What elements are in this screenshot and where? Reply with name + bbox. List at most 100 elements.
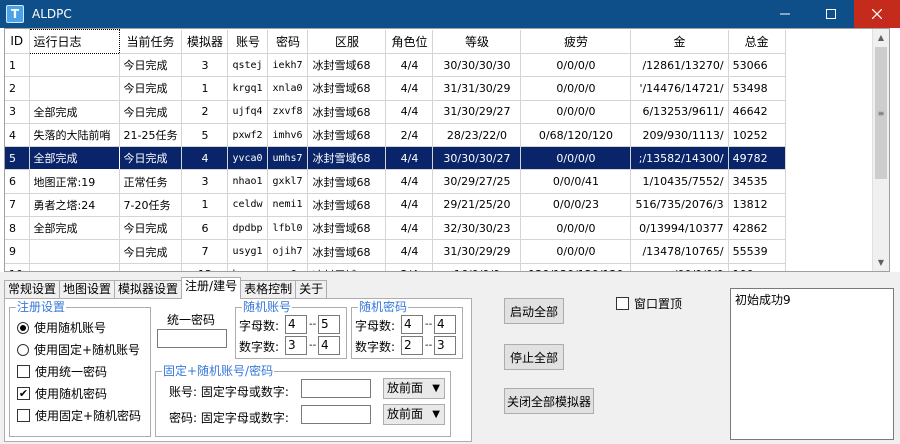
table-cell[interactable]: 42862	[728, 216, 786, 241]
table-cell[interactable]: 1	[181, 76, 229, 101]
table-cell[interactable]: 29/21/25/20	[432, 193, 522, 218]
table-row[interactable]: 1 今日完成 3 qstej iekh7 冰封雪域68 4/4 30/30/30/30 0/0/…	[5, 53, 786, 78]
table-cell[interactable]: 3	[181, 53, 229, 78]
table-cell[interactable]: 2/4	[385, 123, 434, 148]
table-cell[interactable]: 49782	[728, 146, 786, 171]
table-cell[interactable]: 正常任务	[119, 169, 183, 194]
start-all-button[interactable]: 启动全部	[504, 298, 564, 324]
table-cell[interactable]: 12	[181, 263, 229, 271]
column-header[interactable]: 疲劳	[520, 29, 632, 54]
table-cell[interactable]: 4	[181, 146, 229, 171]
table-cell[interactable]	[29, 263, 120, 271]
acct-digits-max-input[interactable]: 4	[318, 336, 340, 355]
table-cell[interactable]: 冰封雪域68	[307, 216, 387, 241]
table-cell[interactable]: yvca0	[227, 146, 269, 171]
table-cell[interactable]: 1	[181, 193, 229, 218]
table-cell[interactable]: 30/30/30/27	[432, 146, 522, 171]
table-cell[interactable]: 30/29/27/25	[432, 169, 522, 194]
table-cell[interactable]: 今日完成	[119, 146, 183, 171]
tab-map[interactable]: 地图设置	[59, 280, 116, 299]
table-cell[interactable]: 32/30/30/23	[432, 216, 522, 241]
table-cell[interactable]: 冰封雪域68	[307, 193, 387, 218]
column-header[interactable]: 区服	[307, 29, 387, 54]
scroll-up-arrow-icon[interactable]: ▲	[873, 29, 889, 46]
column-header[interactable]: 金	[630, 29, 729, 54]
table-cell[interactable]: 6	[5, 169, 30, 194]
minimize-button[interactable]	[762, 0, 808, 28]
table-row[interactable]: 5 全部完成 今日完成 4 yvca0 umhs7 冰封雪域68 4/4 30/30/30/27…	[5, 146, 786, 171]
table-row[interactable]: 2 今日完成 1 krgq1 xnla0 冰封雪域68 4/4 31/31/30/29 0/0/…	[5, 76, 786, 101]
table-row[interactable]: 7 勇者之塔:24 7-20任务 1 celdw nemi1 冰封雪域68 4/4 29/21/…	[5, 193, 786, 218]
close-all-emulators-button[interactable]: 关闭全部模拟器	[504, 388, 594, 414]
fixed-random-account-radio[interactable]: 使用固定+随机账号	[17, 341, 140, 358]
table-row[interactable]: 6 地图正常:19 正常任务 3 nhao1 gxkl7 冰封雪域68 4/4 30/29/27…	[5, 169, 786, 194]
table-cell[interactable]: qstej	[227, 53, 269, 78]
table-cell[interactable]: 28/23/22/0	[432, 123, 522, 148]
close-button[interactable]	[854, 0, 900, 28]
table-row[interactable]: 8 全部完成 今日完成 6 dpdbp lfbl0 冰封雪域68 4/4 32/30/30/23…	[5, 216, 786, 241]
acct-letters-max-input[interactable]: 5	[318, 315, 340, 334]
table-cell[interactable]: 0/0/0/0	[520, 216, 632, 241]
table-cell[interactable]: imhv6	[267, 123, 309, 148]
table-cell[interactable]	[29, 53, 120, 78]
table-cell[interactable]: 0/0/0/23	[520, 193, 632, 218]
table-cell[interactable]: /13478/10765/	[630, 239, 729, 264]
table-cell[interactable]: b_...	[227, 263, 269, 271]
table-cell[interactable]: pxwf2	[227, 123, 269, 148]
account-grid[interactable]: ID 运行日志 当前任务 模拟器 账号 密码 区服 角色位 等级 疲劳金总金 1 今日完成 3 qste…	[4, 28, 890, 272]
table-cell[interactable]: 冰封雪域68	[307, 146, 387, 171]
table-cell[interactable]: 5	[181, 123, 229, 148]
table-cell[interactable]: ...6	[267, 263, 309, 271]
table-cell[interactable]: 31/31/30/29	[432, 76, 522, 101]
table-cell[interactable]: 全部完成	[28, 146, 120, 171]
table-cell[interactable]: 冰封雪域68	[307, 100, 387, 124]
table-cell[interactable]: 53498	[728, 76, 786, 101]
table-cell[interactable]: 13812	[728, 193, 786, 218]
table-cell[interactable]: 勇者之塔:24	[29, 193, 120, 218]
scroll-thumb[interactable]: ≡	[875, 47, 887, 179]
log-output[interactable]: 初始成功9	[730, 288, 894, 440]
tab-table-control[interactable]: 表格控制	[240, 280, 297, 299]
column-header[interactable]: 密码	[267, 29, 309, 54]
unified-password-input[interactable]	[157, 329, 227, 348]
table-cell[interactable]	[29, 76, 120, 101]
table-cell[interactable]: 冰封雪域68	[307, 53, 387, 78]
table-cell[interactable]: 4/4	[385, 239, 434, 264]
table-cell[interactable]: 21-25任务	[119, 123, 183, 148]
table-cell[interactable]: 209/930/1113/	[630, 123, 729, 148]
grid-vertical-scrollbar[interactable]: ▲ ≡ ▼	[872, 29, 889, 271]
table-cell[interactable]: 7	[181, 239, 229, 264]
acct-letters-min-input[interactable]: 4	[285, 315, 307, 334]
table-cell[interactable]: 冰封雪域68	[307, 263, 387, 271]
table-cell[interactable]: zxvf8	[267, 100, 309, 124]
column-header[interactable]: ID	[5, 29, 30, 54]
table-cell[interactable]: xnla0	[267, 76, 309, 101]
table-cell[interactable]: 0/0/0/0	[520, 239, 632, 264]
table-cell[interactable]: 全部完成	[29, 100, 120, 124]
table-cell[interactable]: gxkl7	[267, 169, 309, 194]
pwd-digits-max-input[interactable]: 3	[434, 336, 456, 355]
table-cell[interactable]: 5	[5, 146, 30, 171]
table-cell[interactable]: usyg1	[227, 239, 269, 264]
table-cell[interactable]: 4/4	[385, 169, 434, 194]
table-cell[interactable]: 4/4	[385, 193, 434, 218]
column-header[interactable]: 当前任务	[119, 29, 183, 54]
table-cell[interactable]: 516/735/2076/3	[630, 193, 729, 218]
column-header[interactable]: 运行日志	[28, 29, 120, 54]
table-cell[interactable]: ;/13582/14300/	[630, 146, 729, 171]
tab-register[interactable]: 注册/建号	[181, 277, 242, 299]
pwd-digits-min-input[interactable]: 2	[401, 336, 423, 355]
table-cell[interactable]: 46642	[728, 100, 786, 124]
table-cell[interactable]: 6	[181, 216, 229, 241]
column-header[interactable]: 等级	[432, 29, 522, 54]
column-header[interactable]: 总金	[728, 29, 786, 54]
table-cell[interactable]: 0/0/0/41	[520, 169, 632, 194]
table-cell[interactable]: nemi1	[267, 193, 309, 218]
table-cell[interactable]: ujfq4	[227, 100, 269, 124]
table-cell[interactable]: krgq1	[227, 76, 269, 101]
tab-about[interactable]: 关于	[295, 280, 328, 299]
table-cell[interactable]: 4/4	[385, 53, 434, 78]
table-cell[interactable]: 4/4	[385, 76, 434, 101]
table-row[interactable]: 10 12b_......6冰封雪域682/416/0/0/0120/120/12…	[5, 263, 786, 271]
table-cell[interactable]: dpdbp	[227, 216, 269, 241]
